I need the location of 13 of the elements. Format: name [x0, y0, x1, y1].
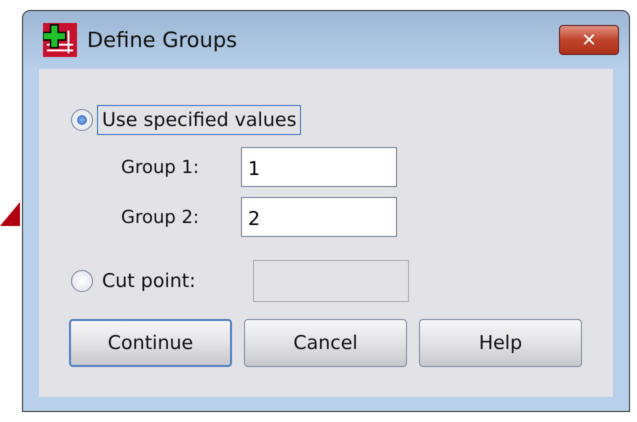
arrow-icon: [0, 200, 20, 226]
field-label: Group 2:: [121, 206, 200, 228]
window-title: Define Groups: [87, 28, 238, 52]
input-field[interactable]: 1: [241, 147, 397, 187]
radio-button[interactable]: [71, 109, 93, 131]
app-icon: [43, 23, 77, 57]
dialog-button[interactable]: Help: [419, 319, 582, 367]
dialog-button[interactable]: Cancel: [244, 319, 407, 367]
option-label[interactable]: Use specified values: [97, 105, 302, 135]
input-field[interactable]: 2: [241, 197, 397, 237]
field-label: Group 1:: [121, 156, 200, 178]
close-button[interactable]: ✕: [559, 25, 619, 55]
dialog-button[interactable]: Continue: [69, 319, 232, 367]
